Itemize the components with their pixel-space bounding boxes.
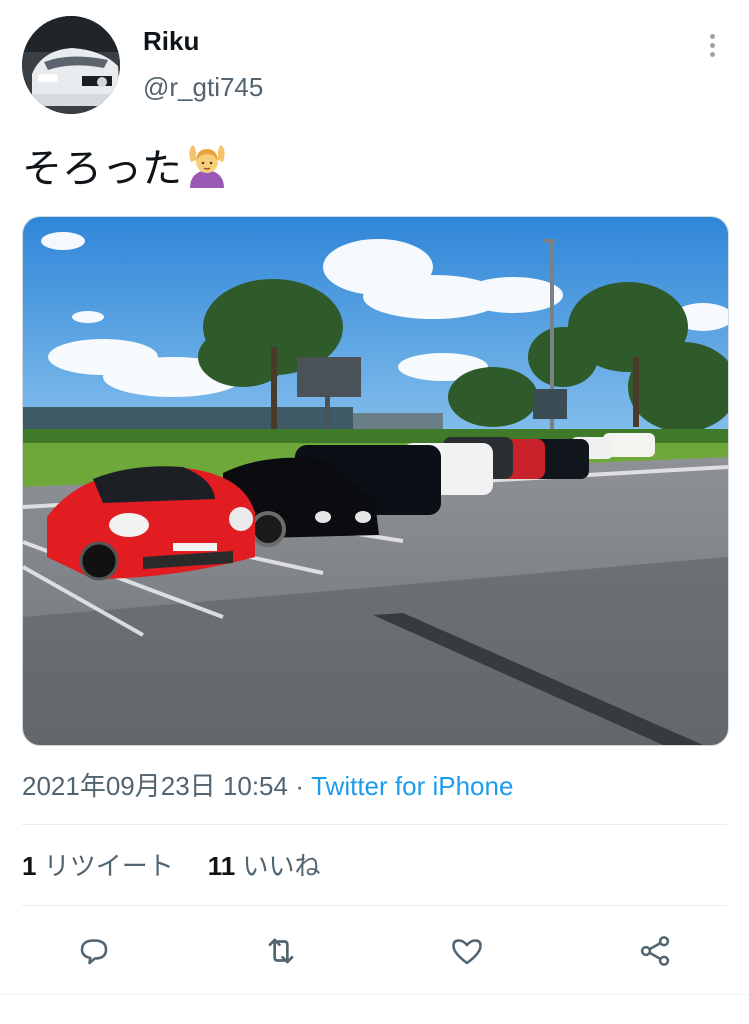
more-options-icon[interactable] (696, 28, 728, 62)
tweet-text-content: そろった (22, 147, 182, 191)
reply-icon (80, 939, 108, 965)
car-avatar-icon (22, 16, 120, 114)
retweet-count: 1 (22, 851, 37, 881)
reply-button[interactable] (67, 924, 121, 978)
like-stat[interactable]: 11 いいね (208, 846, 321, 883)
tweet-source-link[interactable]: Twitter for iPhone (311, 771, 513, 801)
retweet-stat[interactable]: 1 リツイート (22, 846, 174, 883)
retweet-button[interactable] (254, 924, 308, 978)
author-display-name[interactable]: Riku (143, 26, 199, 57)
share-button[interactable] (628, 924, 682, 978)
divider (0, 994, 749, 995)
divider (22, 905, 727, 906)
like-count: 11 (207, 851, 236, 881)
retweet-label: リツイート (43, 851, 174, 881)
tweet-photo[interactable] (22, 216, 729, 746)
tweet-action-bar (0, 924, 749, 978)
share-icon (640, 936, 670, 966)
like-button[interactable] (440, 924, 494, 978)
tweet-timestamp[interactable]: 2021年09月23日 10:54 (22, 771, 288, 801)
retweet-icon (268, 938, 294, 964)
author-handle[interactable]: @r_gti745 (143, 72, 263, 103)
tweet-stats: 1 リツイート 11 いいね (22, 846, 320, 883)
tweet-text: そろった (22, 136, 230, 194)
parking-lot-cars-photo (23, 217, 728, 745)
separator-dot: · (295, 771, 304, 801)
like-label: いいね (242, 851, 321, 881)
person-gesturing-ok-emoji-icon (189, 145, 225, 188)
divider (22, 824, 727, 825)
heart-icon (452, 939, 482, 965)
tweet-timestamp-row: 2021年09月23日 10:54 · Twitter for iPhone (22, 766, 513, 803)
avatar[interactable] (22, 16, 120, 114)
